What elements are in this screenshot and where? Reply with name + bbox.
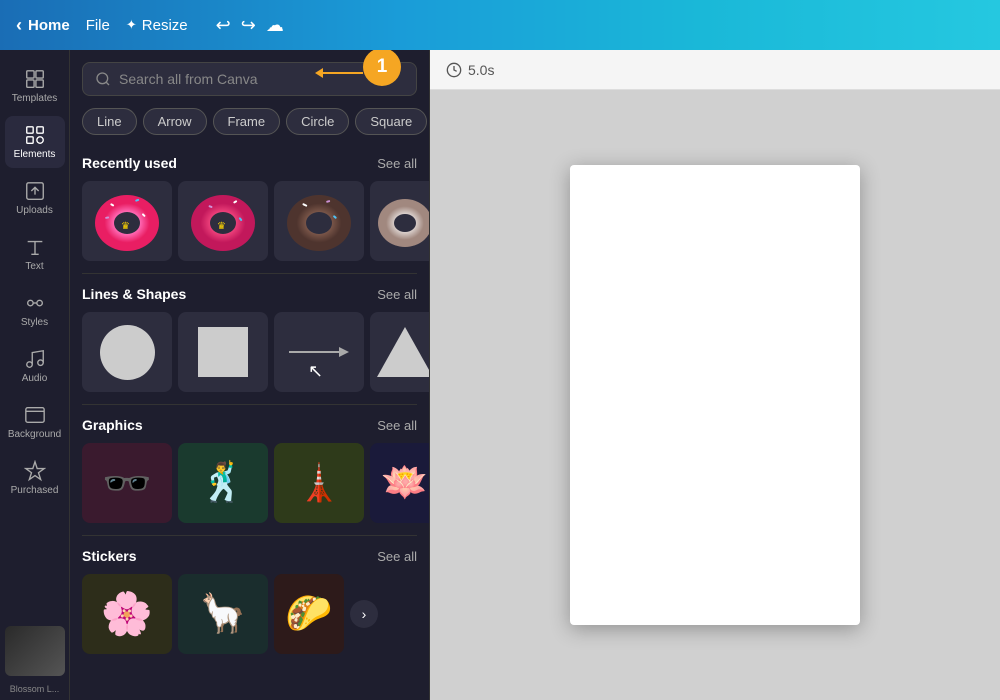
list-item[interactable]: ↖	[274, 312, 364, 392]
graphics-see-all[interactable]: See all	[377, 418, 417, 433]
list-item[interactable]: 🗼	[274, 443, 364, 523]
list-item[interactable]: 🦙	[178, 574, 268, 654]
lines-shapes-see-all[interactable]: See all	[377, 287, 417, 302]
sidebar-label-uploads: Uploads	[16, 205, 53, 216]
filter-tag-arrow[interactable]: Arrow	[143, 108, 207, 135]
dancer-graphic: 🕺	[199, 461, 246, 505]
canvas-time: 5.0s	[446, 62, 494, 78]
list-item[interactable]	[274, 181, 364, 261]
list-item[interactable]	[370, 312, 429, 392]
svg-text:♛: ♛	[121, 221, 130, 232]
graphics-section: Graphics See all 🕶️ 🕺 🗼	[70, 409, 429, 531]
sidebar-item-purchased[interactable]: Purchased	[5, 452, 65, 504]
list-item[interactable]	[178, 312, 268, 392]
badge1-arrow	[315, 68, 363, 78]
search-icon	[95, 71, 111, 87]
taco-sticker: 🌮	[285, 592, 332, 636]
graphics-title: Graphics	[82, 417, 143, 433]
blob-graphic: 🪷	[381, 461, 428, 505]
lines-shapes-header: Lines & Shapes See all 2	[82, 286, 417, 302]
paris-graphic: 🗼	[297, 462, 342, 504]
filter-tag-frame[interactable]: Frame	[213, 108, 281, 135]
home-button[interactable]: ‹ Home	[16, 15, 70, 36]
list-item[interactable]	[82, 312, 172, 392]
section-separator-3	[82, 535, 417, 536]
square-shape	[198, 327, 248, 377]
stickers-see-all[interactable]: See all	[377, 549, 417, 564]
sidebar-item-background[interactable]: Background	[5, 396, 65, 448]
filter-tag-circle[interactable]: Circle	[286, 108, 349, 135]
sidebar-label-audio: Audio	[22, 373, 48, 384]
canvas-area: 5.0s	[430, 50, 1000, 700]
undo-button[interactable]: ↩	[216, 15, 231, 36]
flower-sticker: 🌸	[101, 590, 153, 639]
lines-shapes-title: Lines & Shapes	[82, 286, 186, 302]
canvas-toolbar: 5.0s	[430, 50, 1000, 90]
recently-used-see-all[interactable]: See all	[377, 156, 417, 171]
list-item[interactable]: ♛	[82, 181, 172, 261]
file-button[interactable]: File	[86, 17, 110, 34]
sidebar-label-text: Text	[25, 261, 43, 272]
stickers-header: Stickers See all	[82, 548, 417, 564]
sidebar-label-elements: Elements	[14, 149, 56, 160]
list-item[interactable]: ♛	[178, 181, 268, 261]
stickers-title: Stickers	[82, 548, 136, 564]
sidebar-label-background: Background	[8, 429, 61, 440]
triangle-shape	[377, 327, 429, 377]
topbar-left: ‹ Home File ✦ Resize	[16, 15, 188, 36]
section-separator-2	[82, 404, 417, 405]
recently-used-section: Recently used See all	[70, 147, 429, 269]
circle-shape	[100, 325, 155, 380]
elements-panel: 1 Line Ar	[70, 50, 430, 700]
redo-button[interactable]: ↪	[241, 15, 256, 36]
topbar-actions: ↩ ↪ ☁	[216, 15, 284, 36]
canvas-main[interactable]	[430, 90, 1000, 700]
lines-shapes-row: ↖ ›	[82, 312, 417, 392]
icon-sidebar: Templates Elements Uploads Text	[0, 50, 70, 700]
glasses-graphic: 🕶️	[102, 460, 152, 507]
list-item[interactable]: 🪷	[370, 443, 429, 523]
pinata-sticker: 🦙	[199, 592, 246, 636]
section-separator	[82, 273, 417, 274]
recently-used-title: Recently used	[82, 155, 177, 171]
lines-shapes-section: Lines & Shapes See all 2	[70, 278, 429, 400]
filter-tag-line[interactable]: Line	[82, 108, 137, 135]
lines-shapes-header-right: See all 2	[377, 287, 417, 302]
sidebar-label-purchased: Purchased	[11, 485, 59, 496]
list-item[interactable]	[370, 181, 429, 261]
stickers-row: 🌸 🦙 🌮 ›	[82, 574, 417, 654]
svg-text:♛: ♛	[217, 221, 226, 232]
list-item[interactable]: 🌮	[274, 574, 344, 654]
sidebar-item-text[interactable]: Text	[5, 228, 65, 280]
list-item[interactable]: 🕶️	[82, 443, 172, 523]
sidebar-label-templates: Templates	[12, 93, 58, 104]
cloud-save-button[interactable]: ☁	[266, 15, 284, 36]
topbar: ‹ Home File ✦ Resize ↩ ↪ ☁	[0, 0, 1000, 50]
graphics-row: 🕶️ 🕺 🗼 🪷 ›	[82, 443, 417, 523]
sidebar-item-elements[interactable]: Elements	[5, 116, 65, 168]
graphics-header: Graphics See all	[82, 417, 417, 433]
sidebar-label-styles: Styles	[21, 317, 48, 328]
canvas-page	[570, 165, 860, 625]
recently-used-row: ♛	[82, 181, 417, 261]
sidebar-thumbnail[interactable]	[5, 626, 65, 676]
panel-content: Recently used See all	[70, 143, 429, 700]
main-layout: Templates Elements Uploads Text	[0, 50, 1000, 700]
search-bar: 1	[70, 50, 429, 104]
stickers-section: Stickers See all 🌸 🦙 🌮 ›	[70, 540, 429, 662]
sidebar-item-audio[interactable]: Audio	[5, 340, 65, 392]
stickers-next[interactable]: ›	[350, 600, 378, 628]
list-item[interactable]: 🌸	[82, 574, 172, 654]
list-item[interactable]: 🕺	[178, 443, 268, 523]
cursor-icon: ↖	[308, 361, 323, 382]
recently-used-header: Recently used See all	[82, 155, 417, 171]
clock-icon	[446, 62, 462, 78]
sidebar-item-templates[interactable]: Templates	[5, 60, 65, 112]
filter-tag-square[interactable]: Square	[355, 108, 427, 135]
filter-tags: Line Arrow Frame Circle Square ›	[70, 104, 429, 143]
sidebar-item-uploads[interactable]: Uploads	[5, 172, 65, 224]
sidebar-item-styles[interactable]: Styles	[5, 284, 65, 336]
resize-button[interactable]: ✦ Resize	[126, 17, 188, 34]
